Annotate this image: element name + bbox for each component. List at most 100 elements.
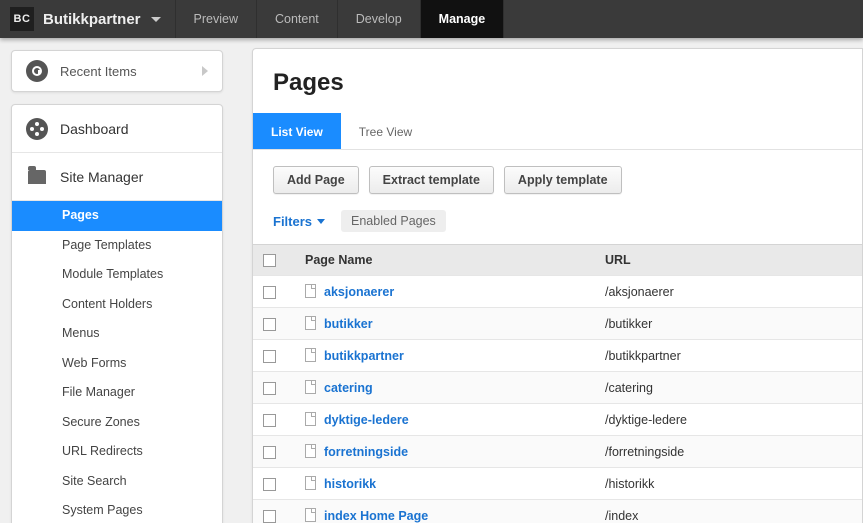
extract-template-button[interactable]: Extract template [369,166,494,194]
row-checkbox[interactable] [263,446,276,459]
recent-items-panel[interactable]: Recent Items [11,50,223,92]
page-link[interactable]: aksjonaerer [324,285,394,299]
row-checkbox[interactable] [263,318,276,331]
table-row: forretningside/forretningside [253,436,862,468]
page-link[interactable]: dyktige-ledere [324,413,409,427]
page-link[interactable]: butikkpartner [324,349,404,363]
row-select-cell [253,404,295,436]
nav-dashboard[interactable]: Dashboard [12,105,222,153]
document-icon [305,284,316,298]
col-url[interactable]: URL [595,245,862,276]
dashboard-icon [26,118,48,140]
row-url-cell: /aksjonaerer [595,276,862,308]
clock-icon [26,60,48,82]
document-icon [305,348,316,362]
filter-chip[interactable]: Enabled Pages [341,210,446,232]
document-icon [305,508,316,522]
row-checkbox[interactable] [263,382,276,395]
table-header-row: Page Name URL [253,245,862,276]
row-checkbox[interactable] [263,350,276,363]
sidebar-item-page-templates[interactable]: Page Templates [12,231,222,261]
row-select-cell [253,468,295,500]
row-name-cell: historikk [295,468,595,500]
sidebar-item-web-forms[interactable]: Web Forms [12,349,222,379]
row-url-cell: /forretningside [595,436,862,468]
apply-template-button[interactable]: Apply template [504,166,622,194]
row-checkbox[interactable] [263,286,276,299]
document-icon [305,316,316,330]
sidebar-item-url-redirects[interactable]: URL Redirects [12,437,222,467]
page-link[interactable]: catering [324,381,373,395]
sidebar-item-menus[interactable]: Menus [12,319,222,349]
sidebar-item-pages[interactable]: Pages [12,201,222,231]
document-icon [305,476,316,490]
document-icon [305,412,316,426]
caret-down-icon [151,17,161,22]
add-page-button[interactable]: Add Page [273,166,359,194]
row-name-cell: forretningside [295,436,595,468]
sidebar-item-file-manager[interactable]: File Manager [12,378,222,408]
chevron-right-icon [202,66,208,76]
row-select-cell [253,436,295,468]
topbar: BC Butikkpartner PreviewContentDevelopMa… [0,0,863,38]
row-checkbox[interactable] [263,414,276,427]
recent-items-label: Recent Items [60,64,202,79]
row-select-cell [253,340,295,372]
main-card: Pages List View Tree View Add Page Extra… [252,48,863,523]
page-link[interactable]: forretningside [324,445,408,459]
filters-dropdown[interactable]: Filters [273,214,325,229]
caret-down-icon [317,219,325,224]
page-link[interactable]: historikk [324,477,376,491]
table-row: catering/catering [253,372,862,404]
page-link[interactable]: butikker [324,317,373,331]
nav-site-manager-label: Site Manager [60,169,143,185]
top-tab-preview[interactable]: Preview [176,0,257,38]
row-select-cell [253,276,295,308]
row-checkbox[interactable] [263,478,276,491]
top-tabs: PreviewContentDevelopManage [176,0,505,38]
sidebar-item-secure-zones[interactable]: Secure Zones [12,408,222,438]
row-select-cell [253,372,295,404]
row-select-cell [253,308,295,340]
col-select [253,245,295,276]
page-link[interactable]: index Home Page [324,509,428,523]
row-url-cell: /dyktige-ledere [595,404,862,436]
row-name-cell: catering [295,372,595,404]
table-row: dyktige-ledere/dyktige-ledere [253,404,862,436]
toolbar: Add Page Extract template Apply template [253,150,862,200]
tab-list-view[interactable]: List View [253,113,341,149]
sidebar-item-content-holders[interactable]: Content Holders [12,290,222,320]
top-tab-content[interactable]: Content [257,0,338,38]
table-row: butikkpartner/butikkpartner [253,340,862,372]
site-manager-subnav: PagesPage TemplatesModule TemplatesConte… [12,201,222,523]
nav-site-manager[interactable]: Site Manager [12,153,222,201]
top-tab-develop[interactable]: Develop [338,0,421,38]
table-row: index Home Page/index [253,500,862,523]
table-row: aksjonaerer/aksjonaerer [253,276,862,308]
nav-dashboard-label: Dashboard [60,121,129,137]
sidebar-item-system-pages[interactable]: System Pages [12,496,222,523]
sidebar-item-module-templates[interactable]: Module Templates [12,260,222,290]
row-name-cell: butikkpartner [295,340,595,372]
table-row: butikker/butikker [253,308,862,340]
row-url-cell: /index [595,500,862,523]
page-title: Pages [253,49,862,113]
filter-bar: Filters Enabled Pages [253,200,862,240]
row-name-cell: butikker [295,308,595,340]
row-url-cell: /catering [595,372,862,404]
row-name-cell: index Home Page [295,500,595,523]
row-name-cell: dyktige-ledere [295,404,595,436]
folder-icon [28,170,46,184]
row-checkbox[interactable] [263,510,276,523]
row-url-cell: /butikker [595,308,862,340]
select-all-checkbox[interactable] [263,254,276,267]
bc-logo-icon: BC [10,7,34,31]
brand-switcher[interactable]: BC Butikkpartner [0,0,176,38]
tab-tree-view[interactable]: Tree View [341,113,430,149]
filters-label: Filters [273,214,312,229]
row-name-cell: aksjonaerer [295,276,595,308]
top-tab-manage[interactable]: Manage [421,0,505,38]
col-page-name[interactable]: Page Name [295,245,595,276]
sidebar-item-site-search[interactable]: Site Search [12,467,222,497]
row-select-cell [253,500,295,523]
